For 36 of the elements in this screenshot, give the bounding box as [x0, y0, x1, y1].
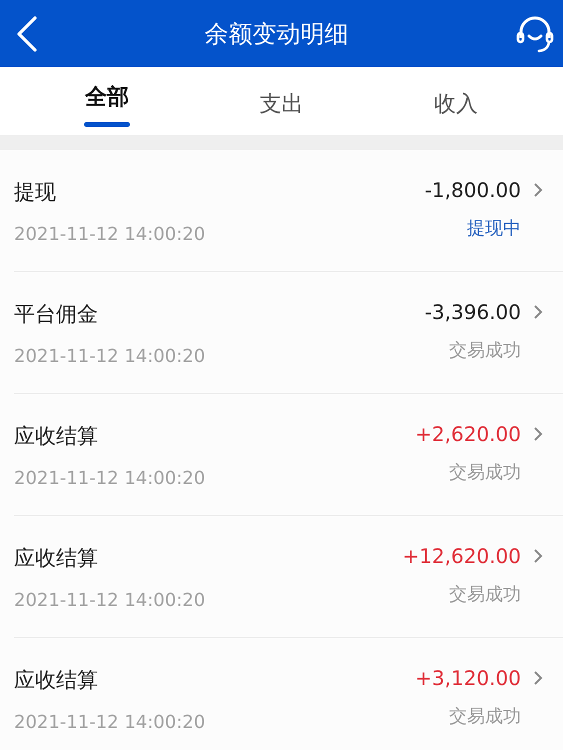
record-title: 提现	[14, 179, 57, 206]
tab[interactable]: 全部	[85, 76, 130, 112]
record-title: 应收结算	[14, 667, 99, 694]
record-status: 提现中	[467, 217, 521, 240]
record-amount: +12,620.00	[402, 544, 521, 568]
record-status: 交易成功	[449, 339, 521, 362]
headset-icon[interactable]	[515, 14, 555, 54]
back-icon[interactable]	[16, 16, 38, 52]
record-row[interactable]: 应收结算 2021-11-12 14:00:20 +3,120.00 交易成功	[14, 638, 563, 750]
record-row[interactable]: 提现 2021-11-12 14:00:20 -1,800.00 提现中	[14, 150, 563, 272]
record-amount: +3,120.00	[415, 666, 521, 690]
page-title: 余额变动明细	[204, 18, 348, 50]
record-amount: -1,800.00	[424, 178, 521, 202]
record-status: 交易成功	[449, 461, 521, 484]
record-time: 2021-11-12 14:00:20	[14, 712, 206, 733]
record-status: 交易成功	[449, 705, 521, 728]
record-time: 2021-11-12 14:00:20	[14, 224, 206, 245]
record-title: 平台佣金	[14, 301, 99, 328]
record-time: 2021-11-12 14:00:20	[14, 346, 206, 367]
chevron-icon	[533, 670, 543, 686]
tab[interactable]: 支出	[259, 83, 304, 119]
record-row[interactable]: 应收结算 2021-11-12 14:00:20 +2,620.00 交易成功	[14, 394, 563, 516]
record-title: 应收结算	[14, 545, 99, 572]
chevron-icon	[533, 304, 543, 320]
record-amount: -3,396.00	[424, 300, 521, 324]
record-row[interactable]: 应收结算 2021-11-12 14:00:20 +12,620.00 交易成功	[14, 516, 563, 638]
chevron-icon	[533, 548, 543, 564]
chevron-icon	[533, 426, 543, 442]
tab[interactable]: 收入	[434, 83, 478, 119]
record-time: 2021-11-12 14:00:20	[14, 590, 206, 611]
chevron-icon	[533, 182, 543, 198]
record-amount: +2,620.00	[415, 422, 521, 446]
record-time: 2021-11-12 14:00:20	[14, 468, 206, 489]
record-status: 交易成功	[449, 583, 521, 606]
record-title: 应收结算	[14, 423, 99, 450]
record-row[interactable]: 平台佣金 2021-11-12 14:00:20 -3,396.00 交易成功	[14, 272, 563, 394]
